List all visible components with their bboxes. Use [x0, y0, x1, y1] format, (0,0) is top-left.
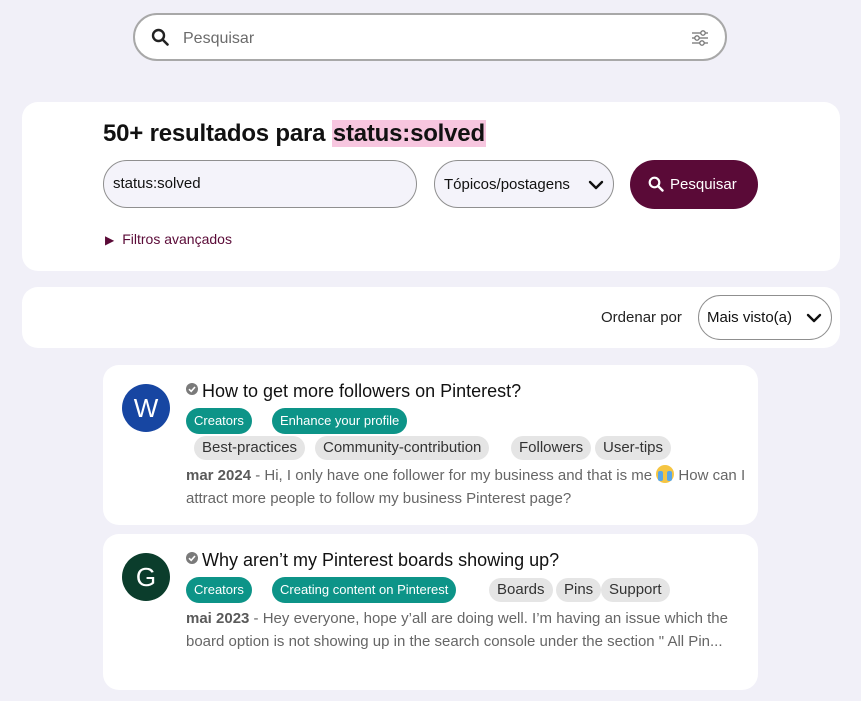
results-title-prefix: 50+ resultados para [103, 120, 332, 147]
results-title: 50+ resultados para status:solved [103, 120, 486, 148]
results-card: 50+ resultados para status:solved status… [22, 102, 840, 271]
tag-user-tips[interactable]: User-tips [595, 436, 672, 460]
query-input[interactable]: status:solved [103, 160, 417, 208]
filter-sliders-icon[interactable] [691, 29, 709, 47]
tag-boards[interactable]: Boards [489, 578, 553, 602]
sort-select[interactable]: Mais visto(a) [698, 295, 832, 340]
post-title-text: How to get more followers on Pinterest? [202, 381, 522, 401]
type-select[interactable]: Tópicos/postagens [434, 160, 614, 208]
chevron-down-icon [806, 313, 822, 323]
sort-label: Ordenar por [601, 309, 682, 326]
post-snippet-text: - Hey everyone, hope y’all are doing wel… [186, 610, 728, 650]
post-card[interactable]: G Why aren’t my Pinterest boards showing… [103, 534, 758, 690]
advanced-filters-label: Filtros avançados [122, 231, 232, 247]
post-snippet-text: - Hi, I only have one follower for my bu… [251, 467, 657, 484]
top-search-bar[interactable]: Pesquisar [133, 13, 727, 61]
triangle-right-icon: ▶ [105, 233, 115, 247]
solved-check-icon [186, 383, 198, 395]
tag-enhance-profile[interactable]: Enhance your profile [272, 408, 408, 434]
results-title-query: status:solved [331, 120, 486, 147]
post-card[interactable]: W How to get more followers on Pinterest… [103, 365, 758, 525]
type-select-value: Tópicos/postagens [444, 176, 570, 193]
post-snippet: mar 2024 - Hi, I only have one follower … [186, 464, 746, 510]
tag-support[interactable]: Support [601, 578, 670, 602]
avatar[interactable]: W [122, 384, 170, 432]
chevron-down-icon [588, 180, 604, 190]
post-snippet: mai 2023 - Hey everyone, hope y’all are … [186, 607, 746, 653]
post-title[interactable]: How to get more followers on Pinterest? [186, 381, 521, 402]
search-button[interactable]: Pesquisar [630, 160, 758, 209]
tag-pins[interactable]: Pins [556, 578, 602, 602]
tag-best-practices[interactable]: Best-practices [194, 436, 306, 460]
post-date: mar 2024 [186, 467, 252, 484]
post-title[interactable]: Why aren’t my Pinterest boards showing u… [186, 550, 559, 571]
advanced-filters-toggle[interactable]: ▶ Filtros avançados [105, 231, 232, 247]
tag-creators[interactable]: Creators [186, 408, 252, 434]
tag-creating-content[interactable]: Creating content on Pinterest [272, 577, 457, 603]
search-button-label: Pesquisar [670, 176, 737, 193]
loudly-crying-face-icon [656, 465, 675, 483]
tag-creators[interactable]: Creators [186, 577, 252, 603]
sort-select-value: Mais visto(a) [707, 309, 793, 326]
solved-check-icon [186, 552, 198, 564]
tag-followers[interactable]: Followers [511, 436, 592, 460]
avatar[interactable]: G [122, 553, 170, 601]
search-icon [151, 28, 169, 46]
search-icon [648, 176, 664, 192]
sort-card: Ordenar por Mais visto(a) [22, 287, 840, 348]
tag-community-contribution[interactable]: Community-contribution [315, 436, 490, 460]
post-date: mai 2023 [186, 610, 250, 627]
post-title-text: Why aren’t my Pinterest boards showing u… [202, 550, 560, 570]
search-placeholder[interactable]: Pesquisar [183, 30, 254, 48]
